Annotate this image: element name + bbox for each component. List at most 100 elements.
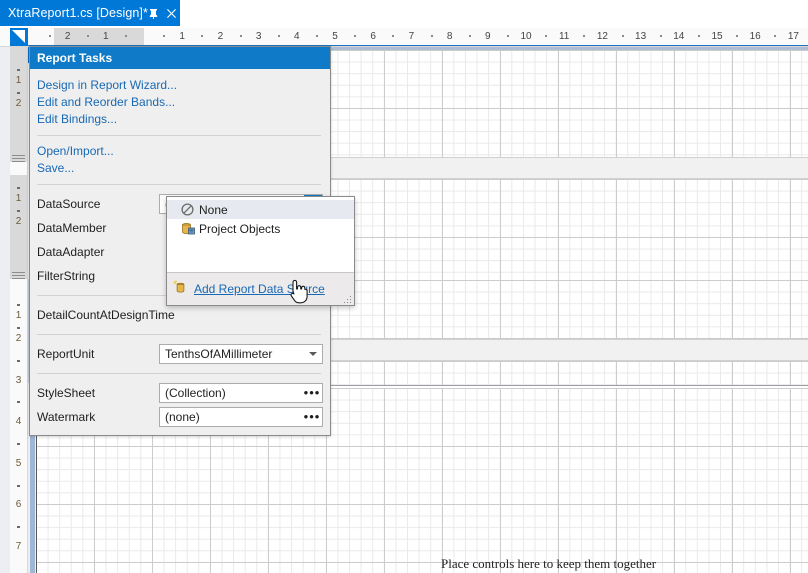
ruler-tick: 4 (294, 31, 300, 42)
ruler-subtick (430, 35, 433, 37)
ruler-subtick (315, 35, 318, 37)
vruler-subtick (17, 484, 20, 487)
label-datasource: DataSource (37, 197, 101, 211)
detailcount-field[interactable] (187, 305, 323, 325)
band-resize-handle-0[interactable] (12, 155, 25, 162)
dropdown-item-project-objects-label: Project Objects (199, 221, 281, 236)
watermark-ellipsis-icon[interactable]: ••• (302, 410, 322, 423)
row-stylesheet: StyleSheet (Collection) ••• (30, 381, 330, 405)
vruler-subtick (17, 526, 20, 529)
ruler-subtick (468, 35, 471, 37)
ruler-tick: 9 (485, 31, 491, 42)
vruler-tick: 3 (15, 374, 22, 386)
label-datamember: DataMember (37, 221, 107, 235)
ruler-tick: 16 (749, 31, 761, 42)
ruler-tick: 2 (217, 31, 224, 42)
vruler-tick: 5 (15, 457, 22, 469)
no-entry-icon (181, 203, 199, 216)
report-tasks-title: Report Tasks (30, 47, 330, 69)
ruler-subtick (392, 35, 395, 37)
vruler-tick: 4 (15, 416, 22, 428)
vruler-subtick (17, 92, 20, 95)
ruler-corner-button[interactable] (10, 28, 28, 46)
ruler-tick: 15 (711, 31, 723, 42)
horizontal-ruler[interactable]: 2 1 1 2 3 4 5 6 7 8 9 10 11 12 13 14 15 16 17 (0, 28, 808, 47)
save-link[interactable]: Save... (30, 160, 330, 177)
vruler-subtick (17, 210, 20, 213)
label-detailcount: DetailCountAtDesignTime (37, 308, 175, 322)
panel-divider-2 (37, 184, 321, 185)
open-import-link[interactable]: Open/Import... (30, 143, 330, 160)
ruler-subtick (506, 35, 509, 37)
panel-divider-1 (37, 135, 321, 136)
stylesheet-ellipsis-icon[interactable]: ••• (302, 386, 322, 399)
database-icon (181, 222, 199, 236)
vruler-tick: 1 (15, 192, 22, 204)
ruler-subtick (277, 35, 280, 37)
reportunit-combo[interactable]: TenthsOfAMillimeter (159, 344, 323, 364)
vertical-ruler[interactable]: 1 2 1 2 1 2 3 4 5 6 7 (10, 47, 28, 573)
ruler-tick: 8 (446, 31, 453, 42)
dropdown-footer: Add Report Data Source (167, 272, 354, 305)
edit-and-reorder-bands-link[interactable]: Edit and Reorder Bands... (30, 94, 330, 111)
vruler-subtick (17, 303, 20, 306)
close-icon[interactable] (166, 8, 177, 19)
vruler-tick: 2 (15, 98, 22, 109)
watermark-value: (none) (165, 410, 200, 424)
ruler-tick: 12 (596, 31, 608, 42)
ruler-subtick (48, 35, 51, 37)
ruler-subtick (201, 35, 204, 37)
reportunit-chevron-down-icon[interactable] (304, 345, 322, 363)
ruler-subtick (697, 35, 700, 37)
ruler-subtick (124, 35, 127, 37)
label-watermark: Watermark (37, 410, 96, 424)
reportunit-value: TenthsOfAMillimeter (165, 347, 273, 361)
ruler-tick: 13 (635, 31, 647, 42)
add-report-data-source-link[interactable]: Add Report Data Source (194, 282, 325, 296)
left-gutter (0, 47, 10, 573)
ruler-tick: 1 (179, 31, 185, 42)
vruler-subtick (17, 186, 20, 189)
dropdown-item-none[interactable]: None (167, 200, 354, 219)
tab-label: XtraReport1.cs [Design]* (8, 6, 148, 20)
ruler-tick: 14 (673, 31, 685, 42)
pin-icon[interactable] (148, 8, 159, 19)
design-in-report-wizard-link[interactable]: Design in Report Wizard... (30, 77, 330, 94)
label-dataadapter: DataAdapter (37, 245, 105, 259)
ruler-tick: 10 (520, 31, 532, 42)
ruler-tick: 1 (103, 31, 109, 42)
ruler-subtick (659, 35, 662, 37)
tab-xtrareport1-design[interactable]: XtraReport1.cs [Design]* (0, 0, 180, 26)
datasource-option-list: None Project Objects (167, 197, 354, 238)
detail-band-placeholder-text: Place controls here to keep them togethe… (441, 556, 657, 571)
ruler-subtick (86, 35, 89, 37)
ruler-subtick (163, 35, 166, 37)
dropdown-item-none-label: None (199, 202, 228, 217)
ruler-tick: 11 (558, 31, 570, 42)
ruler-tick: 7 (408, 31, 415, 42)
label-stylesheet: StyleSheet (37, 386, 96, 400)
add-database-icon (173, 280, 188, 298)
vruler-subtick (17, 359, 20, 362)
ruler-tick: 17 (787, 31, 799, 42)
edit-bindings-link[interactable]: Edit Bindings... (30, 111, 330, 128)
vruler-tick: 2 (15, 216, 22, 227)
stylesheet-value: (Collection) (165, 386, 226, 400)
label-reportunit: ReportUnit (37, 347, 95, 361)
vruler-tick: 1 (15, 309, 22, 321)
band-resize-handle-1[interactable] (12, 272, 25, 279)
tab-strip: XtraReport1.cs [Design]* (0, 0, 808, 26)
stylesheet-field[interactable]: (Collection) ••• (159, 383, 323, 403)
ruler-subtick (354, 35, 357, 37)
vruler-subtick (17, 327, 20, 330)
panel-divider-4 (37, 334, 321, 335)
ruler-tick: 5 (332, 31, 338, 42)
popup-resize-grip-icon[interactable] (344, 296, 352, 304)
datasource-dropdown-popup[interactable]: None Project Objects Add Report Data Sou… (166, 196, 355, 306)
dropdown-item-project-objects[interactable]: Project Objects (167, 219, 354, 238)
watermark-field[interactable]: (none) ••• (159, 407, 323, 427)
panel-divider-5 (37, 373, 321, 374)
vruler-tick: 1 (15, 74, 22, 86)
row-watermark: Watermark (none) ••• (30, 405, 330, 429)
row-detailcount: DetailCountAtDesignTime (30, 303, 330, 327)
